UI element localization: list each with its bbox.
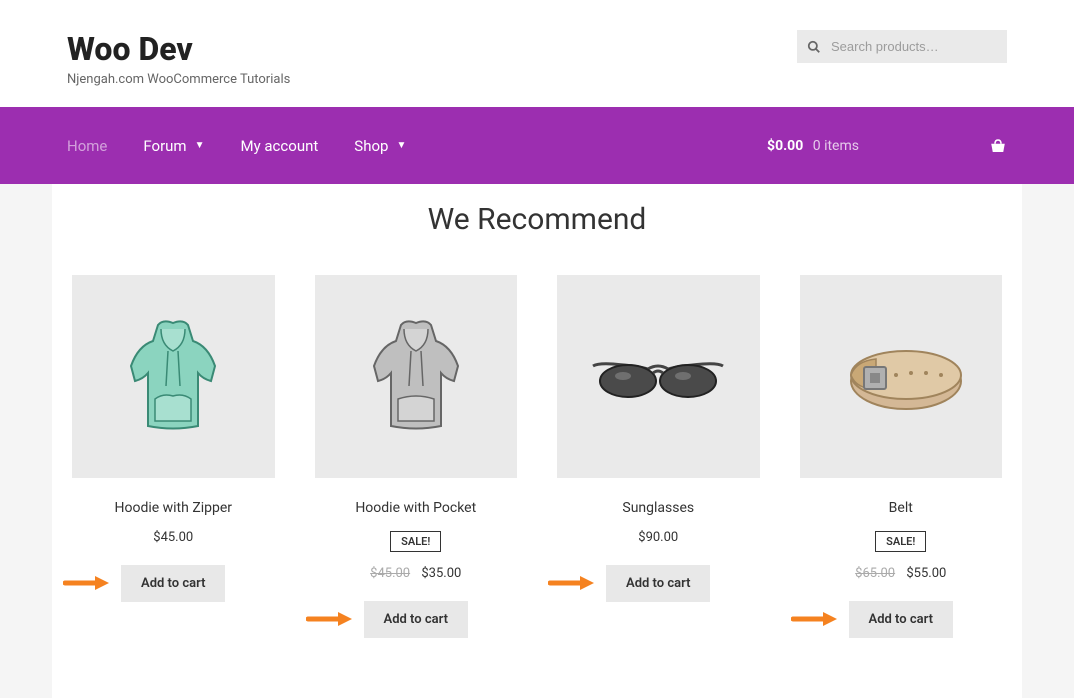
arrow-annotation <box>63 574 113 592</box>
product-title: Hoodie with Pocket <box>315 500 518 516</box>
nav-item-shop[interactable]: Shop ▼ <box>354 137 406 155</box>
search-input[interactable] <box>797 30 1007 63</box>
main-content: We Recommend Hoodie with Zipper $45.00 A… <box>52 184 1022 698</box>
branding: Woo Dev Njengah.com WooCommerce Tutorial… <box>67 30 290 87</box>
product-card[interactable]: Sunglasses $90.00 Add to cart <box>557 275 760 638</box>
product-price-row: $65.00 $55.00 <box>800 566 1003 581</box>
product-price-row: $45.00 $35.00 <box>315 566 518 581</box>
nav-menu: Home Forum ▼ My account Shop ▼ <box>67 137 406 155</box>
search-icon <box>807 40 821 54</box>
search-box <box>797 30 1007 63</box>
price: $55.00 <box>906 566 946 581</box>
product-title: Sunglasses <box>557 500 760 516</box>
product-title: Belt <box>800 500 1003 516</box>
section-title: We Recommend <box>52 202 1022 237</box>
product-image <box>800 275 1003 478</box>
product-image <box>315 275 518 478</box>
nav-item-home[interactable]: Home <box>67 137 107 155</box>
nav-label: My account <box>240 137 318 155</box>
cart-summary: $0.00 0 items <box>767 138 859 154</box>
nav-label: Forum <box>143 137 186 155</box>
cart-items: 0 items <box>813 138 859 154</box>
chevron-down-icon: ▼ <box>195 140 205 151</box>
chevron-down-icon: ▼ <box>396 140 406 151</box>
product-image <box>72 275 275 478</box>
nav-label: Home <box>67 137 107 155</box>
add-to-cart-button[interactable]: Add to cart <box>606 565 710 602</box>
product-grid: Hoodie with Zipper $45.00 Add to cart Ho… <box>52 275 1022 638</box>
product-card[interactable]: Belt SALE! $65.00 $55.00 Add to cart <box>800 275 1003 638</box>
product-title: Hoodie with Zipper <box>72 500 275 516</box>
product-card[interactable]: Hoodie with Pocket SALE! $45.00 $35.00 A… <box>315 275 518 638</box>
product-image <box>557 275 760 478</box>
old-price: $45.00 <box>370 566 410 581</box>
basket-icon <box>989 138 1007 154</box>
arrow-annotation <box>306 610 356 628</box>
sale-badge: SALE! <box>875 531 926 552</box>
site-title: Woo Dev <box>67 30 290 68</box>
old-price: $65.00 <box>855 566 895 581</box>
primary-nav: Home Forum ▼ My account Shop ▼ $0.00 0 i… <box>0 107 1074 184</box>
add-to-cart-button[interactable]: Add to cart <box>364 601 468 638</box>
site-tagline: Njengah.com WooCommerce Tutorials <box>67 72 290 87</box>
arrow-annotation <box>548 574 598 592</box>
site-header: Woo Dev Njengah.com WooCommerce Tutorial… <box>0 0 1074 107</box>
arrow-annotation <box>791 610 841 628</box>
product-price: $90.00 <box>557 530 760 545</box>
nav-label: Shop <box>354 137 388 155</box>
nav-item-forum[interactable]: Forum ▼ <box>143 137 204 155</box>
sale-badge: SALE! <box>390 531 441 552</box>
product-price: $45.00 <box>72 530 275 545</box>
nav-item-my-account[interactable]: My account <box>240 137 318 155</box>
product-card[interactable]: Hoodie with Zipper $45.00 Add to cart <box>72 275 275 638</box>
add-to-cart-button[interactable]: Add to cart <box>121 565 225 602</box>
price: $35.00 <box>421 566 461 581</box>
cart-area[interactable]: $0.00 0 items <box>767 138 1007 154</box>
cart-price: $0.00 <box>767 138 803 154</box>
add-to-cart-button[interactable]: Add to cart <box>849 601 953 638</box>
